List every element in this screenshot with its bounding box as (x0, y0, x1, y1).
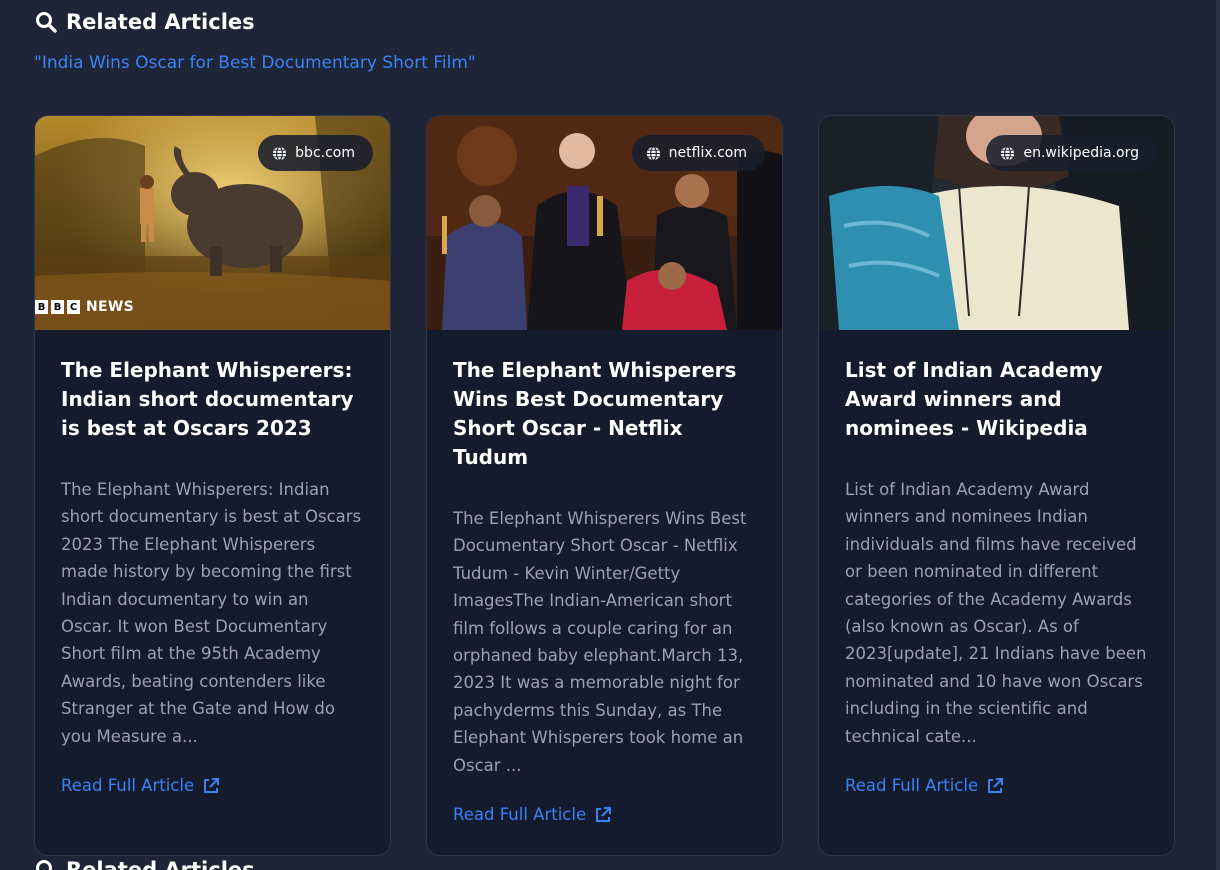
card-body: List of Indian Academy Award winners and… (819, 330, 1174, 795)
external-link-icon (596, 806, 612, 822)
next-section-header: Related Articles (34, 858, 255, 870)
domain-label: bbc.com (295, 145, 355, 161)
article-thumbnail[interactable]: en.wikipedia.org (819, 116, 1174, 330)
article-thumbnail[interactable]: BBC NEWS bbc.com (35, 116, 390, 330)
domain-badge: bbc.com (258, 135, 373, 171)
article-card[interactable]: BBC NEWS bbc.com The Elephant Whisperers… (34, 115, 391, 856)
search-icon (36, 12, 57, 33)
bbc-news-logo: BBC NEWS (35, 299, 134, 315)
globe-icon (1001, 145, 1015, 161)
article-snippet: The Elephant Whisperers Wins Best Docume… (453, 509, 747, 775)
domain-label: netflix.com (668, 145, 747, 161)
domain-badge: en.wikipedia.org (986, 135, 1157, 171)
section-title: Related Articles (66, 10, 255, 34)
article-cards: BBC NEWS bbc.com The Elephant Whisperers… (34, 115, 1175, 856)
globe-icon (646, 145, 660, 161)
article-title[interactable]: The Elephant Whisperers Wins Best Docume… (453, 356, 756, 472)
read-link-label: Read Full Article (845, 776, 979, 796)
read-full-article-link[interactable]: Read Full Article (845, 776, 1004, 795)
scrollbar[interactable] (1216, 0, 1220, 870)
article-snippet: List of Indian Academy Award winners and… (845, 480, 1147, 746)
article-card[interactable]: en.wikipedia.org List of Indian Academy … (818, 115, 1175, 856)
external-link-icon (204, 777, 220, 793)
read-link-label: Read Full Article (61, 776, 195, 796)
article-title[interactable]: List of Indian Academy Award winners and… (845, 356, 1148, 443)
section-title: Related Articles (66, 858, 255, 870)
card-body: The Elephant Whisperers: Indian short do… (35, 330, 390, 795)
article-snippet: The Elephant Whisperers: Indian short do… (61, 480, 362, 746)
card-body: The Elephant Whisperers Wins Best Docume… (427, 330, 782, 824)
read-link-label: Read Full Article (453, 805, 587, 825)
search-icon (36, 860, 52, 870)
read-full-article-link[interactable]: Read Full Article (453, 805, 612, 824)
article-thumbnail[interactable]: netflix.com (427, 116, 782, 330)
domain-label: en.wikipedia.org (1023, 145, 1139, 161)
read-full-article-link[interactable]: Read Full Article (61, 776, 220, 795)
external-link-icon (988, 777, 1004, 793)
search-query: "India Wins Oscar for Best Documentary S… (34, 53, 476, 73)
section-header: Related Articles (34, 10, 255, 34)
article-title[interactable]: The Elephant Whisperers: Indian short do… (61, 356, 364, 443)
page: Related Articles "India Wins Oscar for B… (0, 0, 1220, 870)
article-card[interactable]: netflix.com The Elephant Whisperers Wins… (426, 115, 783, 856)
domain-badge: netflix.com (631, 135, 765, 171)
globe-icon (273, 145, 287, 161)
